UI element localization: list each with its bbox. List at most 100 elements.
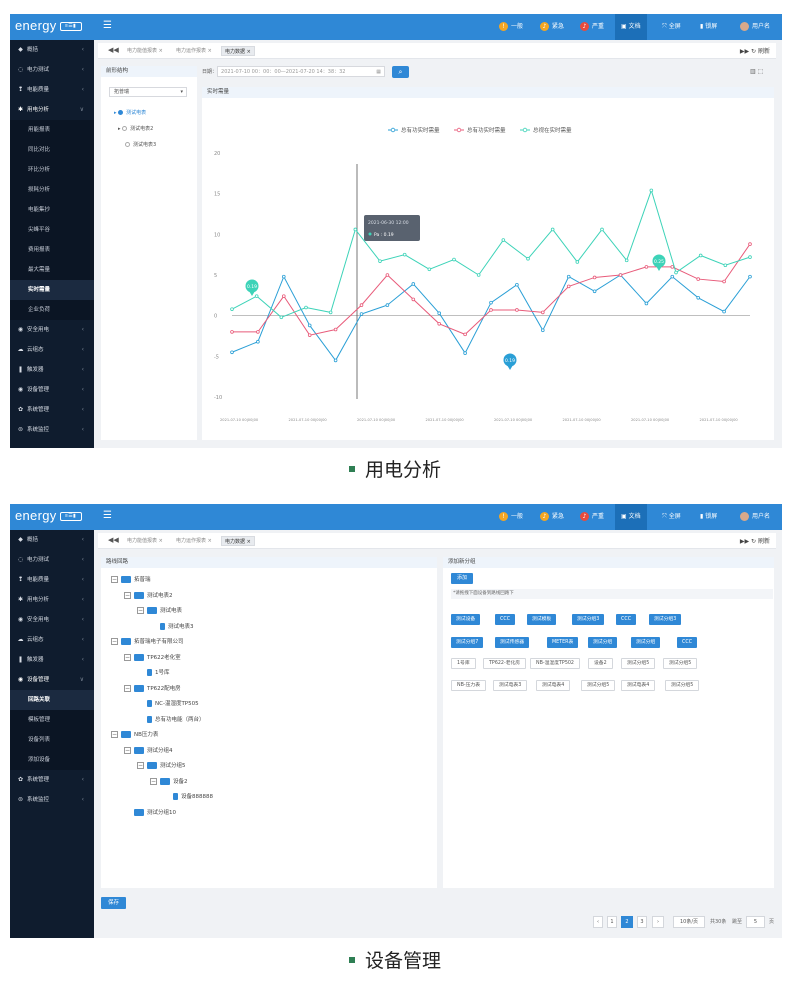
sidebar-item[interactable]: ❢ 电能质量 ‹: [10, 570, 94, 590]
sidebar-item[interactable]: ◉ 安全用电 ‹: [10, 320, 94, 340]
alert-urgent-button[interactable]: ♪ 紧急: [540, 504, 564, 530]
alert-normal-button[interactable]: ! 一般: [499, 14, 523, 40]
sidebar-item[interactable]: 回路关联: [10, 690, 94, 710]
collapse-toggle-icon[interactable]: −: [124, 591, 131, 599]
sidebar-item[interactable]: ⊜ 系统监控 ‹: [10, 790, 94, 810]
device-chip[interactable]: 测试分组5: [663, 658, 698, 669]
collapse-toggle-icon[interactable]: −: [137, 762, 144, 769]
sidebar-item[interactable]: ◌ 电力测试 ‹: [10, 550, 94, 570]
sidebar-item[interactable]: 设备列表: [10, 730, 94, 750]
brand-logo[interactable]: energy ≡☰▮: [15, 508, 82, 523]
sidebar-item[interactable]: 企业负荷: [10, 300, 94, 320]
page-size-select[interactable]: 10条/页: [673, 916, 705, 928]
sidebar-item[interactable]: ☁ 云组态 ‹: [10, 630, 94, 650]
collapse-toggle-icon[interactable]: −: [111, 576, 118, 583]
sidebar-item[interactable]: 同比对比: [10, 140, 94, 160]
device-chip[interactable]: 测试分组7: [451, 637, 484, 648]
tab-power-operation-report[interactable]: 电力运作报表 ×: [173, 46, 215, 56]
tab-power-data[interactable]: 电力数据 ×: [221, 536, 255, 546]
collapse-toggle-icon[interactable]: −: [137, 607, 144, 614]
device-chip[interactable]: 测试电表4: [536, 680, 571, 691]
tree-node[interactable]: − 测试电表2: [124, 591, 173, 599]
sidebar-item[interactable]: ◉ 设备管理 ∨: [10, 670, 94, 690]
user-menu[interactable]: 用户名: [740, 504, 770, 530]
lock-screen-button[interactable]: ▮ 锁屏: [700, 504, 717, 530]
docs-button[interactable]: ▣ 文档: [615, 504, 647, 530]
sidebar-item[interactable]: ⊜ 系统监控 ‹: [10, 420, 94, 440]
brand-logo[interactable]: energy ≡☰▮: [15, 18, 82, 33]
device-chip[interactable]: 设备2: [588, 658, 613, 669]
tree-node[interactable]: − TP622配电房: [124, 684, 181, 692]
tree-node[interactable]: 测试分组10: [124, 808, 176, 816]
chart-tools-icon[interactable]: ▥ ⬚: [750, 68, 763, 75]
device-chip[interactable]: CCC: [677, 637, 698, 648]
tree-node[interactable]: NC-温湿度TP505: [137, 699, 199, 707]
device-chip[interactable]: 测试分组3: [649, 614, 682, 625]
tab-power-value-report[interactable]: 电力能值报表 ×: [124, 536, 166, 546]
tree-node[interactable]: 设备888888: [163, 792, 213, 800]
collapse-toggle-icon[interactable]: −: [124, 746, 131, 754]
device-chip[interactable]: 测试传感器: [495, 637, 529, 648]
goto-page-input[interactable]: 5: [746, 916, 765, 928]
sidebar-item[interactable]: ✿ 系统管理 ‹: [10, 400, 94, 420]
device-chip[interactable]: 测试分组: [631, 637, 661, 648]
sidebar-item[interactable]: 最大需量: [10, 260, 94, 280]
sidebar-item[interactable]: ❚ 触发器 ‹: [10, 650, 94, 670]
sidebar-item[interactable]: 用能报表: [10, 120, 94, 140]
tree-node[interactable]: 1号库: [137, 668, 170, 676]
sidebar-item[interactable]: 尖峰平谷: [10, 220, 94, 240]
device-chip[interactable]: NB-压力表: [451, 680, 487, 691]
docs-button[interactable]: ▣ 文档: [615, 14, 647, 40]
date-range-input[interactable]: 2021-07-10 00：00：00—2021-07-20 14：38：32 ▦: [217, 66, 386, 77]
sidebar-item[interactable]: 添加设备: [10, 750, 94, 770]
sidebar-item[interactable]: 环比分析: [10, 160, 94, 180]
tree-node[interactable]: − 设备2: [150, 777, 188, 785]
sidebar-item[interactable]: 费用报表: [10, 240, 94, 260]
device-chip[interactable]: NB-温湿度TP502: [530, 658, 580, 669]
sidebar-item[interactable]: ✱ 用电分析 ‹: [10, 590, 94, 610]
user-menu[interactable]: 用户名: [740, 14, 770, 40]
menu-toggle-icon[interactable]: ☰: [103, 510, 112, 521]
device-chip[interactable]: 1号库: [451, 658, 476, 669]
device-chip[interactable]: TP622-老化房: [483, 658, 527, 669]
checkbox[interactable]: [125, 142, 130, 147]
sidebar-item[interactable]: 损耗分析: [10, 180, 94, 200]
tree-item-meter-2[interactable]: ▸ 测试电表2: [118, 125, 153, 132]
add-button[interactable]: 添加: [451, 573, 473, 584]
sidebar-item[interactable]: 实时需量: [10, 280, 94, 300]
refresh-button[interactable]: ▶▶ ↻ 刷新: [740, 536, 770, 545]
prev-page-button[interactable]: ‹: [593, 916, 603, 928]
collapse-toggle-icon[interactable]: −: [150, 777, 157, 785]
sidebar-item[interactable]: ✿ 系统管理 ‹: [10, 770, 94, 790]
device-chip[interactable]: 测试设备: [451, 614, 481, 625]
sidebar-item[interactable]: ✱ 用电分析 ∨: [10, 100, 94, 120]
tree-node[interactable]: 总有功电能（两台）: [137, 715, 205, 723]
device-chip[interactable]: METER表: [547, 637, 579, 648]
alert-normal-button[interactable]: ! 一般: [499, 504, 523, 530]
collapse-toggle-icon[interactable]: −: [111, 638, 118, 645]
sidebar-item[interactable]: 电能集抄: [10, 200, 94, 220]
tabs-prev-button[interactable]: ◀◀: [108, 536, 119, 544]
fullscreen-button[interactable]: ⤧ 全屏: [662, 504, 681, 530]
tree-item-meter-3[interactable]: 测试电表3: [125, 141, 156, 148]
sidebar-item[interactable]: ❚ 触发器 ‹: [10, 360, 94, 380]
sidebar-item[interactable]: ◆ 概括 ‹: [10, 40, 94, 60]
lock-screen-button[interactable]: ▮ 锁屏: [700, 14, 717, 40]
site-select[interactable]: 拓普瑞 ▾: [109, 87, 187, 97]
device-chip[interactable]: 测试电表3: [493, 680, 528, 691]
alert-severe-button[interactable]: ♪ 严重: [580, 14, 604, 40]
device-chip[interactable]: CCC: [616, 614, 637, 625]
tree-node[interactable]: − 测试分组4: [124, 746, 173, 754]
tree-node[interactable]: − 测试分组5: [137, 761, 186, 769]
tab-power-operation-report[interactable]: 电力运作报表 ×: [173, 536, 215, 546]
checkbox[interactable]: [118, 110, 124, 115]
device-chip[interactable]: 测试分组5: [665, 680, 700, 691]
device-chip[interactable]: 测试电表4: [621, 680, 656, 691]
device-chip[interactable]: 测试分组3: [572, 614, 605, 625]
device-chip[interactable]: 测试模板: [527, 614, 557, 625]
search-button[interactable]: ⌕: [392, 66, 409, 78]
tree-node[interactable]: − TP622老化室: [124, 653, 181, 661]
tab-power-value-report[interactable]: 电力能值报表 ×: [124, 46, 166, 56]
page-1[interactable]: 1: [607, 916, 617, 928]
tree-node[interactable]: − NB压力表: [111, 730, 158, 738]
